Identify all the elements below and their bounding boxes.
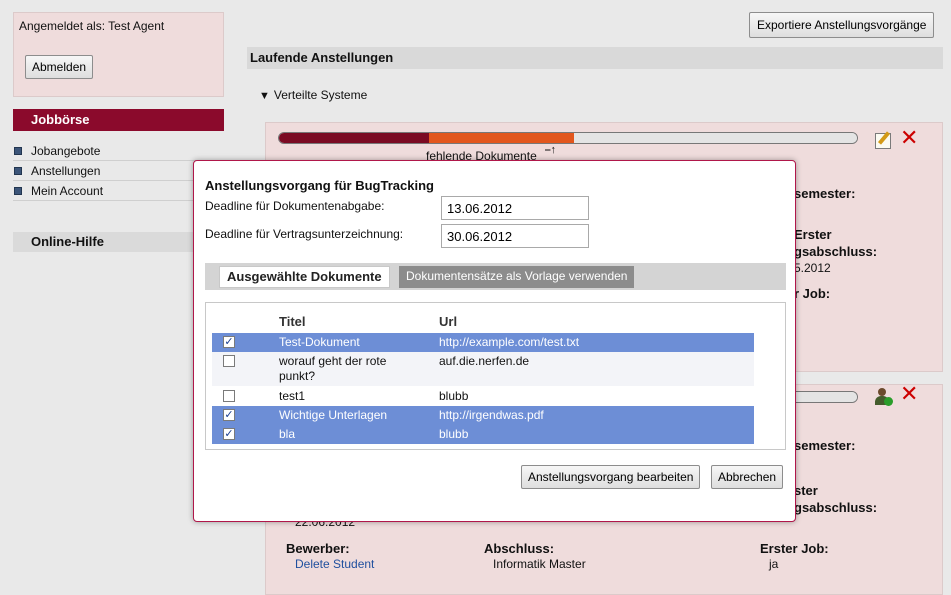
partial-label: Erster [794,227,832,242]
row-title: Wichtige Unterlagen [279,408,388,422]
checkbox-icon[interactable] [223,355,235,367]
login-box: Angemeldet als: Test Agent Abmelden [13,12,224,97]
row-title: Test-Dokument [279,335,360,349]
dialog-title: Anstellungsvorgang für BugTracking [205,178,434,193]
group-toggle[interactable]: ▼ Verteilte Systeme [259,88,367,102]
row-title: worauf geht der rote punkt? [279,354,387,383]
checkbox-icon[interactable]: ✓ [223,336,235,348]
partial-label: semester: [794,438,856,453]
progress-bar [278,132,858,144]
progress-segment-gray [573,133,857,143]
deadline-docs-label: Deadline für Dokumentenabgabe: [205,199,385,213]
tab-selected-documents[interactable]: Ausgewählte Dokumente [219,266,390,288]
progress-segment-dark [279,133,430,143]
logged-in-text: Angemeldet als: Test Agent [19,19,165,33]
sidebar-item-label: Mein Account [31,184,104,198]
deadline-contract-label: Deadline für Vertragsunterzeichnung: [205,227,404,241]
applicant-label: Bewerber: [286,541,350,556]
cancel-button[interactable]: Abbrechen [711,465,784,489]
partial-label: ster [794,483,818,498]
row-title: test1 [279,389,306,403]
applicant-link[interactable]: Delete Student [295,557,374,571]
section-header: Laufende Anstellungen [247,47,943,69]
partial-value: 5.2012 [794,261,831,275]
progress-segment-orange [429,133,574,143]
group-title: Verteilte Systeme [273,88,368,102]
row-url: http://irgendwas.pdf [439,408,544,422]
deadline-docs-input[interactable] [441,196,589,220]
table-row[interactable]: ✓ Wichtige Unterlagen http://irgendwas.p… [212,406,754,425]
degree-label: Abschluss: [484,541,555,556]
deadline-contract-input[interactable] [441,224,589,248]
first-job-label: Erster Job: [760,541,829,556]
column-header-url: Url [439,314,458,329]
checkbox-icon[interactable]: ✓ [223,409,235,421]
table-row[interactable]: worauf geht der rote punkt? auf.die.nerf… [212,352,754,386]
tab-bar: Ausgewählte Dokumente Dokumentensätze al… [205,263,786,290]
close-icon[interactable]: ✕ [900,127,918,149]
arrow-icon: ⎯↑ [545,144,556,156]
degree-value: Informatik Master [493,557,586,571]
checkbox-icon[interactable]: ✓ [223,428,235,440]
table-row[interactable]: ✓ Test-Dokument http://example.com/test.… [212,333,754,352]
row-url: auf.die.nerfen.de [439,354,530,368]
sidebar-item-jobangebote[interactable]: Jobangebote [13,142,224,161]
bullet-icon [14,187,22,195]
edit-dialog: Anstellungsvorgang für BugTracking Deadl… [193,160,796,522]
table-row[interactable]: ✓ bla blubb [212,425,754,444]
partial-label: semester: [794,186,856,201]
close-icon[interactable]: ✕ [900,383,918,405]
row-url: blubb [439,389,469,403]
column-header-title: Titel [279,314,306,329]
table-row[interactable]: test1 blubb [212,387,754,406]
partial-label: gsabschluss: [794,244,878,259]
edit-application-button[interactable]: Anstellungsvorgang bearbeiten [521,465,701,489]
sidebar-item-label: Anstellungen [31,164,101,178]
partial-label: gsabschluss: [794,500,878,515]
edit-icon[interactable] [875,133,891,149]
partial-label: r Job: [794,286,831,301]
checkbox-icon[interactable] [223,390,235,402]
jobboerse-header: Jobbörse [13,109,224,131]
triangle-down-icon: ▼ [259,90,270,102]
user-head-icon [878,388,886,396]
export-button[interactable]: Exportiere Anstellungsvorgänge [749,12,935,38]
row-url: blubb [439,427,469,441]
sidebar-item-label: Jobangebote [31,144,101,158]
document-table: Titel Url ✓ Test-Dokument http://example… [205,302,786,450]
logout-button[interactable]: Abmelden [25,55,94,79]
online-help-header[interactable]: Online-Hilfe [13,232,198,252]
add-user-icon[interactable] [875,388,893,406]
row-url: http://example.com/test.txt [439,335,580,349]
bullet-icon [14,167,22,175]
tab-document-templates[interactable]: Dokumentensätze als Vorlage verwenden [399,266,635,288]
row-title: bla [279,427,296,441]
bullet-icon [14,147,22,155]
first-job-value: ja [769,557,779,571]
plus-icon [884,397,893,406]
